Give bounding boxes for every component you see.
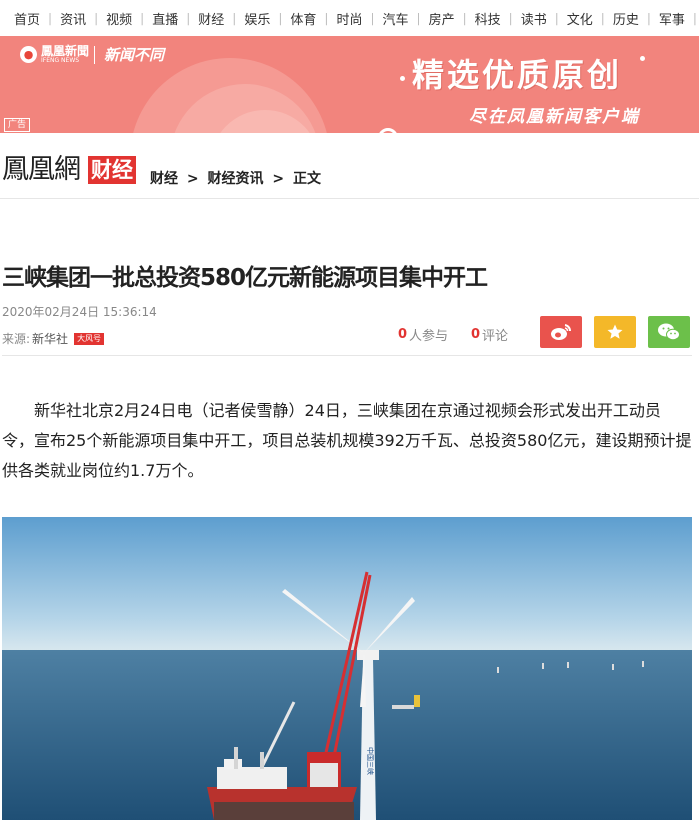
breadcrumb-separator: >	[272, 171, 285, 187]
nav-item-label: 汽车	[382, 12, 409, 28]
nav-item-label: 视频	[106, 12, 133, 28]
nav-item[interactable]: | 文化	[555, 9, 601, 28]
weibo-icon	[551, 324, 572, 340]
source-label: 来源:	[2, 332, 31, 346]
article-paragraph: 新华社北京2月24日电（记者侯雪静）24日，三峡集团在京通过视频会形式发出开工动…	[2, 401, 692, 480]
nav-item-label: 科技	[474, 12, 501, 28]
banner-decor-dot	[400, 76, 405, 81]
tower-text: 中国三峡	[366, 747, 375, 775]
nav-item[interactable]: | 财经	[186, 9, 232, 28]
nav-item-label: 军事	[658, 12, 685, 28]
banner-slogan: 新闻不同	[104, 46, 165, 64]
banner-subline: 尽在凤凰新闻客户端	[469, 107, 640, 127]
breadcrumb-current: 正文	[292, 171, 321, 187]
breadcrumb-finance-news[interactable]: 财经资讯	[207, 171, 263, 187]
banner-logo: ● 鳳凰新聞 IFENG NEWS 新闻不同	[20, 44, 164, 65]
nav-item[interactable]: | 历史	[601, 9, 647, 28]
ad-label: 广告	[4, 118, 31, 132]
wechat-icon	[658, 323, 680, 341]
banner-decor-ring	[378, 128, 398, 133]
share-weibo-button[interactable]	[540, 316, 582, 348]
banner-brand: 鳳凰新聞 IFENG NEWS	[41, 44, 90, 64]
section-logo[interactable]: 财经	[88, 156, 136, 184]
publish-time: 2020年02月24日 15:36:14	[2, 305, 157, 319]
nav-item[interactable]: | 科技	[463, 9, 509, 28]
site-header: 鳳凰網 财经 财经 > 财经资讯 > 正文	[0, 150, 699, 199]
participants-label: 人参与	[409, 329, 449, 344]
participants-count: 0	[398, 327, 408, 342]
banner-headline: 精选优质原创	[412, 56, 623, 94]
nav-item[interactable]: | 读书	[509, 9, 555, 28]
nav-item-label: 读书	[520, 12, 547, 28]
nav-item-label: 财经	[198, 12, 225, 28]
nav-item-label: 资讯	[60, 12, 87, 28]
nav-item-label: 体育	[290, 12, 317, 28]
nav-item[interactable]: | 军事	[647, 9, 693, 28]
favorite-button[interactable]	[594, 316, 636, 348]
nav-item-label: 房产	[428, 12, 455, 28]
ifeng-logo-icon: ●	[20, 46, 37, 63]
article-title: 三峡集团一批总投资580亿元新能源项目集中开工	[2, 265, 488, 292]
share-wechat-button[interactable]	[648, 316, 690, 348]
top-nav-list: 首页 | 资讯 | 视频 | 直播 | 财经 | 娱乐 | 体育 | 时尚 | 汽车 | 房产 | 科技 | 读书 | 文化 | 历…	[0, 0, 699, 36]
banner-divider	[94, 45, 96, 64]
breadcrumb-separator: >	[186, 171, 199, 187]
article-photo-wind-turbine: 中国三峡	[2, 517, 692, 820]
nav-item-label: 首页	[14, 12, 41, 28]
nav-item[interactable]: | 体育	[278, 9, 324, 28]
breadcrumb-finance[interactable]: 财经	[150, 171, 178, 187]
article-source: 来源: 新华社 大风号	[2, 330, 105, 347]
banner-decor-dot	[640, 56, 645, 61]
nav-item[interactable]: | 汽车	[370, 9, 416, 28]
ad-banner[interactable]: ● 鳳凰新聞 IFENG NEWS 新闻不同 精选优质原创 尽在凤凰新闻客户端 广…	[0, 36, 699, 133]
nav-item[interactable]: | 资讯	[48, 9, 94, 28]
nav-item-label: 直播	[152, 12, 179, 28]
breadcrumb: 财经 > 财经资讯 > 正文	[150, 168, 325, 188]
nav-item[interactable]: | 时尚	[324, 9, 370, 28]
site-logo[interactable]: 鳳凰網	[2, 150, 81, 190]
nav-item[interactable]: | 视频	[94, 9, 140, 28]
wind-turbine-photo-illustration: 中国三峡	[2, 517, 692, 820]
star-icon	[607, 324, 623, 339]
nav-item-label: 文化	[566, 12, 593, 28]
nav-item[interactable]: | 娱乐	[232, 9, 278, 28]
meta-divider	[2, 355, 692, 356]
top-navigation: 首页 | 资讯 | 视频 | 直播 | 财经 | 娱乐 | 体育 | 时尚 | 汽车 | 房产 | 科技 | 读书 | 文化 | 历…	[0, 0, 699, 37]
participants-link[interactable]: 0 人参与	[398, 325, 448, 344]
nav-item[interactable]: 首页	[6, 9, 48, 28]
nav-item-label: 娱乐	[244, 12, 271, 28]
nav-item-label: 时尚	[336, 12, 363, 28]
nav-item-label: 历史	[612, 12, 639, 28]
nav-item[interactable]: | 直播	[140, 9, 186, 28]
source-name[interactable]: 新华社	[32, 330, 68, 347]
comments-count: 0	[471, 327, 481, 342]
comments-link[interactable]: 0 评论	[471, 325, 508, 344]
comments-label: 评论	[482, 329, 509, 344]
nav-item[interactable]: | 房产	[417, 9, 463, 28]
nav-item[interactable]: |旅游	[693, 9, 699, 28]
source-badge: 大风号	[74, 332, 105, 345]
